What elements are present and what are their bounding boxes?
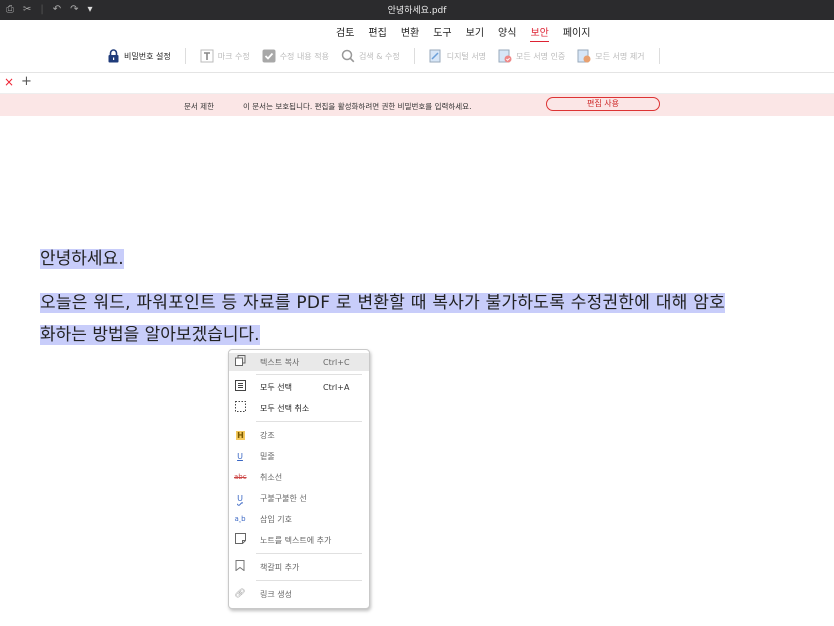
enable-editing-button[interactable]: 편집 사용 [546, 97, 660, 111]
toolbar-divider [184, 48, 186, 64]
copy-icon [234, 355, 246, 369]
restriction-notice-bar: 문서 제한 이 문서는 보호됩니다. 편집을 활성화하려면 권한 비밀번호를 입… [0, 94, 834, 116]
verify-signature-icon [498, 49, 512, 63]
menu-divider [256, 580, 362, 581]
selected-text[interactable]: 오늘은 워드, 파워포인트 등 자료를 PDF 로 변환할 때 복사가 불가하도… [40, 293, 726, 313]
selected-text[interactable]: 안녕하세요. [40, 249, 124, 269]
mark-redaction-button[interactable]: 마크 수정 [200, 49, 250, 63]
deselect-all-label: 모두 선택 취소 [260, 403, 310, 413]
selected-text[interactable]: 화하는 방법을 알아보겠습니다. [40, 325, 260, 345]
underline-menu-item[interactable]: U 밑줄 [229, 447, 369, 465]
menu-divider [256, 421, 362, 422]
insert-mark-label: 삽입 기호 [260, 514, 292, 524]
document-text-line[interactable]: 안녕하세요. [40, 247, 124, 271]
search-redact-label: 검색 & 수정 [358, 51, 400, 61]
strikethrough-menu-item[interactable]: abc 취소선 [229, 468, 369, 486]
remove-signatures-label: 모든 서명 제거 [595, 51, 645, 61]
remove-signatures-button[interactable]: 모든 서명 제거 [577, 49, 645, 63]
add-tab-icon[interactable]: + [21, 74, 32, 89]
select-all-menu-item[interactable]: 모두 선택 Ctrl+A [229, 378, 369, 396]
toolbar-divider [658, 48, 660, 64]
apply-check-icon [262, 49, 276, 63]
add-note-label: 노트를 텍스트에 추가 [260, 535, 332, 545]
menu-page[interactable]: 페이지 [563, 24, 591, 43]
deselect-all-icon [234, 401, 246, 415]
remove-signature-icon [577, 49, 591, 63]
menu-divider [256, 553, 362, 554]
menu-review[interactable]: 검토 [336, 24, 354, 43]
search-icon [341, 49, 355, 63]
apply-redaction-button[interactable]: 수정 내용 적용 [262, 49, 329, 63]
toolbar-divider [413, 48, 415, 64]
highlight-icon: H [236, 430, 245, 440]
context-menu: 텍스트 복사 Ctrl+C 모두 선택 Ctrl+A 모두 선택 취소 H 강조… [228, 349, 370, 609]
menu-view[interactable]: 보기 [466, 24, 484, 43]
digital-sign-label: 디지털 서명 [446, 51, 487, 61]
add-bookmark-menu-item[interactable]: 책갈피 추가 [229, 558, 369, 576]
mark-redaction-label: 마크 수정 [217, 51, 250, 61]
copy-text-label: 텍스트 복사 [260, 357, 300, 367]
search-redact-button[interactable]: 검색 & 수정 [341, 49, 400, 63]
add-note-menu-item[interactable]: 노트를 텍스트에 추가 [229, 531, 369, 549]
notice-title: 문서 제한 [184, 102, 214, 111]
window-title: 안녕하세요.pdf [387, 6, 447, 16]
note-icon [234, 533, 246, 547]
link-icon: 🔗︎ [234, 589, 246, 599]
digital-sign-button[interactable]: 디지털 서명 [429, 49, 486, 63]
highlight-label: 강조 [260, 430, 275, 440]
document-tab-bar: × + [0, 73, 834, 94]
select-all-icon [234, 380, 246, 394]
title-bar: ⎙ ✂ | ↶ ↷ ▾ 안녕하세요.pdf [0, 0, 834, 20]
strikethrough-icon: abc [234, 473, 247, 481]
menu-convert[interactable]: 변환 [401, 24, 419, 43]
document-canvas [0, 117, 834, 626]
menu-security[interactable]: 보안 [530, 24, 549, 43]
copy-text-menu-item[interactable]: 텍스트 복사 Ctrl+C [229, 353, 369, 371]
verify-signatures-button[interactable]: 모든 서명 인증 [498, 49, 565, 63]
underline-icon: U [237, 451, 243, 461]
notice-message: 이 문서는 보호됩니다. 편집을 활성화하려면 권한 비밀번호를 입력하세요. [243, 102, 472, 111]
squiggly-menu-item[interactable]: U 구불구불한 선 [229, 489, 369, 507]
document-text-line[interactable]: 오늘은 워드, 파워포인트 등 자료를 PDF 로 변환할 때 복사가 불가하도… [40, 291, 726, 315]
apply-redaction-label: 수정 내용 적용 [279, 51, 329, 61]
add-bookmark-label: 책갈피 추가 [260, 562, 300, 572]
set-password-button[interactable]: 비밀번호 설정 [106, 49, 171, 63]
menu-bar: 검토 편집 변환 도구 보기 양식 보안 페이지 [0, 20, 834, 43]
close-tab-icon[interactable]: × [4, 75, 14, 89]
select-all-label: 모두 선택 [260, 382, 292, 392]
insert-caret-icon: a‸b [234, 515, 246, 523]
document-text-line[interactable]: 화하는 방법을 알아보겠습니다. [40, 323, 260, 347]
mark-redaction-icon [200, 49, 214, 63]
insert-mark-menu-item[interactable]: a‸b 삽입 기호 [229, 510, 369, 528]
copy-shortcut: Ctrl+C [323, 357, 350, 367]
lock-icon [106, 49, 120, 63]
deselect-all-menu-item[interactable]: 모두 선택 취소 [229, 399, 369, 417]
security-toolbar: 비밀번호 설정 마크 수정 수정 내용 적용 검색 & 수정 디지털 서명 모든… [0, 42, 834, 73]
verify-signatures-label: 모든 서명 인증 [516, 51, 566, 61]
set-password-label: 비밀번호 설정 [124, 51, 171, 61]
menu-tools[interactable]: 도구 [433, 24, 451, 43]
create-link-menu-item[interactable]: 🔗︎ 링크 생성 [229, 585, 369, 603]
underline-label: 밑줄 [260, 451, 275, 461]
menu-edit[interactable]: 편집 [368, 24, 386, 43]
bookmark-icon [234, 560, 246, 574]
menu-divider [256, 374, 362, 375]
create-link-label: 링크 생성 [260, 589, 292, 599]
strikethrough-label: 취소선 [260, 472, 283, 482]
digital-sign-icon [429, 49, 443, 63]
squiggly-underline-icon: U [237, 493, 243, 503]
highlight-menu-item[interactable]: H 강조 [229, 426, 369, 444]
squiggly-label: 구불구불한 선 [260, 493, 307, 503]
select-all-shortcut: Ctrl+A [323, 382, 350, 392]
menu-form[interactable]: 양식 [498, 24, 516, 43]
